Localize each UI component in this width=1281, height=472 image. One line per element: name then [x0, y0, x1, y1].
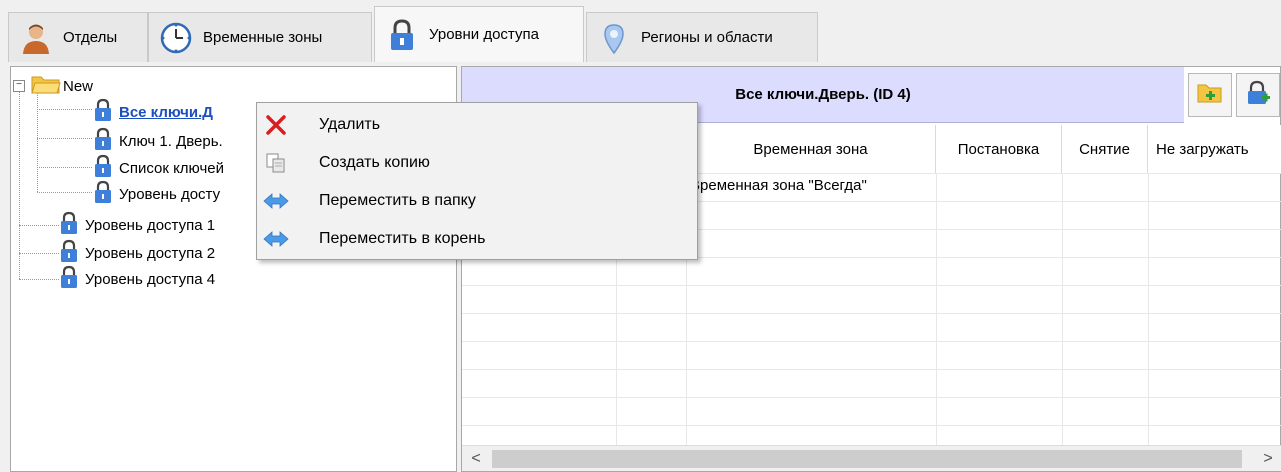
move-arrow-icon	[263, 188, 289, 214]
tree-item[interactable]: Список ключей	[93, 154, 225, 182]
menu-item-label: Создать копию	[319, 154, 430, 171]
grid-line	[462, 285, 1281, 286]
map-pin-icon	[597, 21, 631, 55]
padlock-icon	[59, 211, 79, 239]
padlock-icon	[59, 265, 79, 293]
column-label: Постановка	[957, 140, 1040, 158]
column-label: Снятие	[1079, 140, 1130, 158]
tree-label: Уровень досту	[119, 185, 221, 203]
grid-line	[462, 369, 1281, 370]
tree-connector	[37, 138, 92, 139]
collapse-toggle[interactable]: −	[13, 80, 25, 92]
column-header-arming[interactable]: Постановка	[936, 125, 1062, 173]
column-label: Не загружать	[1156, 140, 1249, 158]
tab-access-levels[interactable]: Уровни доступа	[374, 6, 584, 62]
tree-label: Уровень доступа 4	[85, 270, 216, 288]
tab-bar: Отделы Временные зоны Уровни доступа Рег…	[0, 0, 1281, 62]
grid-line	[1062, 173, 1063, 445]
grid-line	[462, 341, 1281, 342]
tab-regions[interactable]: Регионы и области	[586, 12, 818, 62]
tree-item[interactable]: Ключ 1. Дверь.	[93, 127, 223, 155]
tree-connector	[37, 192, 92, 193]
tab-label: Регионы и области	[641, 29, 773, 46]
padlock-icon	[93, 180, 113, 208]
padlock-icon	[59, 239, 79, 267]
add-folder-button[interactable]	[1188, 73, 1232, 117]
tree-item[interactable]: Все ключи.Д	[93, 98, 213, 126]
tree-connector	[19, 253, 59, 254]
menu-item-delete[interactable]: Удалить	[257, 106, 697, 144]
move-arrow-icon	[263, 226, 289, 252]
padlock-icon	[385, 18, 419, 52]
grid-line	[1148, 173, 1149, 445]
column-header-time-zone[interactable]: Временная зона	[686, 125, 936, 173]
tree-label: Ключ 1. Дверь.	[119, 132, 223, 150]
grid-line	[462, 425, 1281, 426]
add-access-level-button[interactable]	[1236, 73, 1280, 117]
menu-item-label: Переместить в папку	[319, 192, 476, 209]
column-header-do-not-load[interactable]: Не загружать	[1148, 125, 1281, 173]
table-cell-time-zone[interactable]: Временная зона "Всегда"	[690, 177, 867, 194]
person-icon	[19, 21, 53, 55]
tab-departments[interactable]: Отделы	[8, 12, 148, 62]
app-window: Отделы Временные зоны Уровни доступа Рег…	[0, 0, 1281, 472]
add-folder-icon	[1197, 82, 1223, 108]
delete-icon	[263, 112, 289, 138]
tree-folder-new[interactable]: − New	[13, 75, 93, 97]
copy-icon	[263, 150, 289, 176]
tree-item[interactable]: Уровень доступа 1	[59, 211, 216, 239]
menu-item-label: Переместить в корень	[319, 230, 486, 247]
tree-label: Уровень доступа 2	[85, 244, 216, 262]
tree-connector	[19, 225, 59, 226]
tree-connector	[37, 167, 92, 168]
horizontal-scrollbar[interactable]: < >	[462, 445, 1281, 471]
tree-item[interactable]: Уровень доступа 4	[59, 265, 216, 293]
grid-line	[462, 313, 1281, 314]
detail-title: Все ключи.Дверь. (ID 4)	[735, 86, 911, 103]
grid-line	[462, 397, 1281, 398]
tree-connector	[19, 279, 59, 280]
tree-connector	[37, 109, 92, 110]
scroll-thumb[interactable]	[492, 450, 1242, 468]
tab-time-zones[interactable]: Временные зоны	[148, 12, 372, 62]
grid-line	[936, 173, 937, 445]
add-padlock-icon	[1245, 80, 1271, 110]
tree-item[interactable]: Уровень досту	[93, 180, 221, 208]
padlock-icon	[93, 127, 113, 155]
menu-item-copy[interactable]: Создать копию	[257, 144, 697, 182]
column-header-disarming[interactable]: Снятие	[1062, 125, 1148, 173]
menu-item-move-to-root[interactable]: Переместить в корень	[257, 220, 697, 258]
menu-item-move-to-folder[interactable]: Переместить в папку	[257, 182, 697, 220]
tab-label: Временные зоны	[203, 29, 323, 46]
tree-item[interactable]: Уровень доступа 2	[59, 239, 216, 267]
tree-connector	[37, 89, 38, 192]
context-menu: Удалить Создать копию Переместить в папк…	[256, 102, 698, 260]
column-label: Временная зона	[753, 140, 868, 158]
tab-label: Уровни доступа	[429, 26, 539, 43]
padlock-icon	[93, 154, 113, 182]
tab-label: Отделы	[63, 29, 118, 46]
folder-icon	[31, 74, 61, 98]
tree-label-selected: Все ключи.Д	[119, 103, 213, 121]
tree-label: Уровень доступа 1	[85, 216, 216, 234]
scroll-left-icon[interactable]: <	[466, 449, 486, 469]
tree-label: New	[63, 77, 94, 95]
menu-item-label: Удалить	[319, 116, 381, 133]
clock-icon	[159, 21, 193, 55]
tree-label: Список ключей	[119, 159, 225, 177]
padlock-icon	[93, 98, 113, 126]
tree-connector	[19, 89, 20, 279]
scroll-right-icon[interactable]: >	[1258, 449, 1278, 469]
